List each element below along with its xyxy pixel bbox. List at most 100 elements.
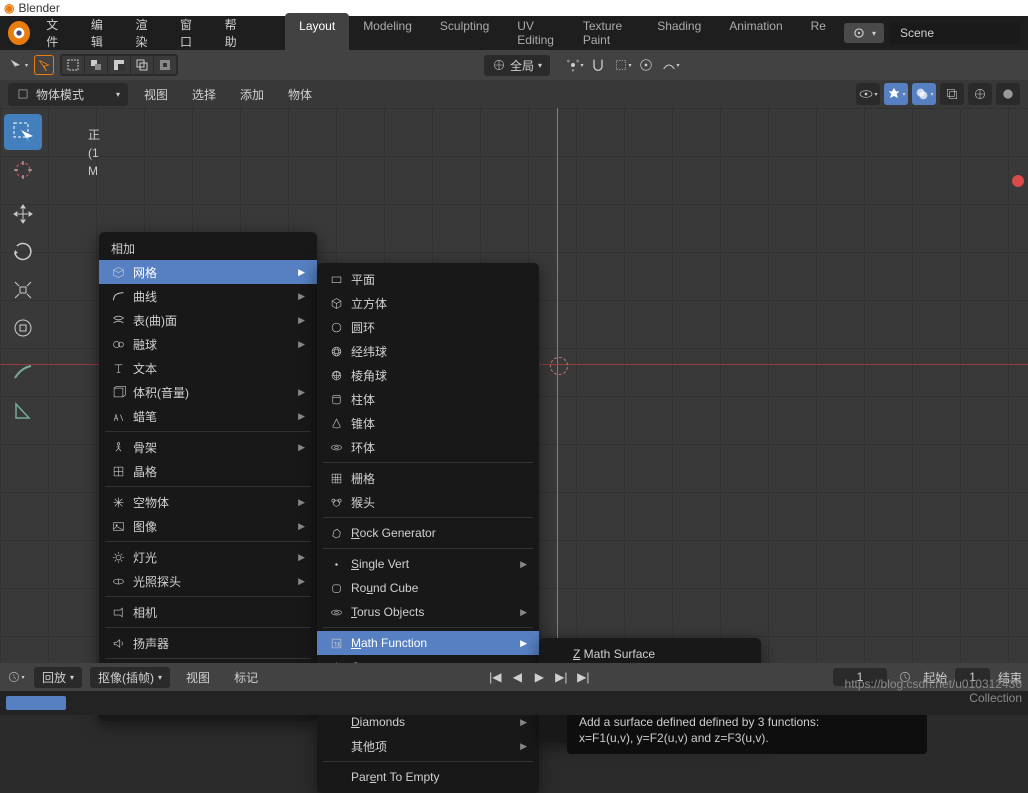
info-line3: M — [88, 162, 100, 180]
blender-logo-icon[interactable] — [8, 21, 30, 45]
menu-item[interactable]: 曲线▶ — [99, 284, 317, 308]
viewport[interactable]: 正 (1 M 相加 网格▶曲线▶表(曲)面▶融球▶文本体积(音量)▶蜡笔▶骨架▶… — [0, 108, 1028, 714]
timeline-playhead[interactable] — [6, 696, 66, 710]
play[interactable]: ▶ — [529, 668, 549, 686]
menu-item[interactable]: Rock Generator — [317, 521, 539, 545]
menu-item[interactable]: Math Function▶ — [317, 631, 539, 655]
play-reverse[interactable]: ◀ — [507, 668, 527, 686]
snap-toggle[interactable] — [588, 55, 608, 75]
add-menu[interactable]: 添加 — [232, 84, 272, 105]
menu-item[interactable]: 文本 — [99, 356, 317, 380]
menu-item[interactable]: 棱角球 — [317, 363, 539, 387]
proportional-dropdown[interactable]: ▾ — [660, 55, 680, 75]
tab-uvediting[interactable]: UV Editing — [503, 13, 569, 53]
frame-next[interactable]: ▶| — [551, 668, 571, 686]
shading-solid[interactable] — [996, 83, 1020, 105]
select-box[interactable] — [62, 56, 84, 74]
menu-item[interactable]: 网格▶ — [99, 260, 317, 284]
pivot-dropdown[interactable]: ▾ — [564, 55, 584, 75]
menu-item[interactable]: 蜡笔▶ — [99, 404, 317, 428]
select-intersect[interactable] — [131, 56, 153, 74]
menu-render[interactable]: 渲染 — [123, 12, 168, 54]
menu-item[interactable]: 晶格 — [99, 459, 317, 483]
menu-item[interactable]: 栅格 — [317, 466, 539, 490]
xray-toggle[interactable] — [940, 83, 964, 105]
tab-modeling[interactable]: Modeling — [349, 13, 426, 53]
tool-cursor[interactable] — [4, 152, 42, 188]
gizmo-toggle[interactable]: ▾ — [884, 83, 908, 105]
selectmode-dropdown[interactable]: ▾ — [8, 55, 28, 75]
tab-more[interactable]: Re — [797, 13, 840, 53]
menu-item-label: 灯光 — [133, 549, 298, 566]
nav-gizmo[interactable] — [1012, 175, 1024, 187]
menu-item[interactable]: 光照探头▶ — [99, 569, 317, 593]
tab-texturepaint[interactable]: Texture Paint — [569, 13, 643, 53]
menu-window[interactable]: 窗口 — [168, 12, 213, 54]
mode-select[interactable]: 物体模式 ▾ — [8, 83, 128, 106]
menu-item[interactable]: 圆环 — [317, 315, 539, 339]
menu-item[interactable]: 相机 — [99, 600, 317, 624]
playback-menu[interactable]: 回放 ▾ — [34, 667, 82, 688]
scene-name-input[interactable]: Scene — [890, 22, 1020, 44]
timeline-view[interactable]: 视图 — [178, 667, 218, 688]
jump-start[interactable]: |◀ — [485, 668, 505, 686]
view-menu[interactable]: 视图 — [136, 84, 176, 105]
tool-transform[interactable] — [4, 310, 42, 346]
tool-annotate[interactable] — [4, 354, 42, 390]
visibility-dropdown[interactable]: ▾ — [856, 83, 880, 105]
tab-layout[interactable]: Layout — [285, 13, 349, 53]
menu-item-label: 曲线 — [133, 288, 298, 305]
tool-rotate[interactable] — [4, 234, 42, 270]
proportional-toggle[interactable] — [636, 55, 656, 75]
menu-item[interactable]: 环体 — [317, 435, 539, 459]
menu-item[interactable]: 融球▶ — [99, 332, 317, 356]
menu-item[interactable]: 空物体▶ — [99, 490, 317, 514]
menu-item[interactable]: 平面 — [317, 267, 539, 291]
menu-help[interactable]: 帮助 — [213, 12, 258, 54]
tab-sculpting[interactable]: Sculpting — [426, 13, 503, 53]
menu-item[interactable]: 猴头 — [317, 490, 539, 514]
timeline-editor-type[interactable]: ▾ — [6, 667, 26, 687]
select-extend[interactable] — [85, 56, 107, 74]
tab-animation[interactable]: Animation — [715, 13, 796, 53]
menu-item[interactable]: 经纬球 — [317, 339, 539, 363]
scene-dropdown[interactable]: ▾ — [844, 23, 884, 43]
uvsphere-icon — [329, 344, 351, 359]
menu-item[interactable]: 立方体 — [317, 291, 539, 315]
tool-measure[interactable] — [4, 392, 42, 428]
menu-item[interactable]: 其他项▶ — [317, 734, 539, 758]
tab-shading[interactable]: Shading — [643, 13, 715, 53]
shading-wireframe[interactable] — [968, 83, 992, 105]
tool-select-box[interactable] — [4, 114, 42, 150]
tooltip-line1: Add a surface defined defined by 3 funct… — [579, 714, 915, 730]
menu-item[interactable]: Torus Objects▶ — [317, 600, 539, 624]
menu-item[interactable]: 图像▶ — [99, 514, 317, 538]
object-menu[interactable]: 物体 — [280, 84, 320, 105]
watermark-url: https://blog.csdn.net/u010312436 — [845, 677, 1022, 691]
select-subtract[interactable] — [108, 56, 130, 74]
menu-item[interactable]: 灯光▶ — [99, 545, 317, 569]
menu-item[interactable]: 柱体 — [317, 387, 539, 411]
menu-item[interactable]: 表(曲)面▶ — [99, 308, 317, 332]
select-menu[interactable]: 选择 — [184, 84, 224, 105]
orientation-dropdown[interactable]: 全局 ▾ — [484, 55, 550, 76]
jump-end[interactable]: ▶| — [573, 668, 593, 686]
cursor-tool[interactable] — [34, 55, 54, 75]
timeline-marker[interactable]: 标记 — [226, 667, 266, 688]
menu-edit[interactable]: 编辑 — [79, 12, 124, 54]
menu-item[interactable]: 体积(音量)▶ — [99, 380, 317, 404]
tool-move[interactable] — [4, 196, 42, 232]
select-invert[interactable] — [154, 56, 176, 74]
menu-item[interactable]: Round Cube — [317, 576, 539, 600]
overlay-toggle[interactable]: ▾ — [912, 83, 936, 105]
snap-dropdown[interactable]: ▾ — [612, 55, 632, 75]
keying-menu[interactable]: 抠像(插帧) ▾ — [90, 667, 170, 688]
menu-item[interactable]: Parent To Empty — [317, 765, 539, 789]
menu-item[interactable]: 锥体 — [317, 411, 539, 435]
tool-scale[interactable] — [4, 272, 42, 308]
menu-item[interactable]: 扬声器 — [99, 631, 317, 655]
menu-file[interactable]: 文件 — [34, 12, 79, 54]
menu-item[interactable]: Single Vert▶ — [317, 552, 539, 576]
menu-item[interactable]: 骨架▶ — [99, 435, 317, 459]
submenu-arrow-icon: ▶ — [520, 741, 527, 752]
